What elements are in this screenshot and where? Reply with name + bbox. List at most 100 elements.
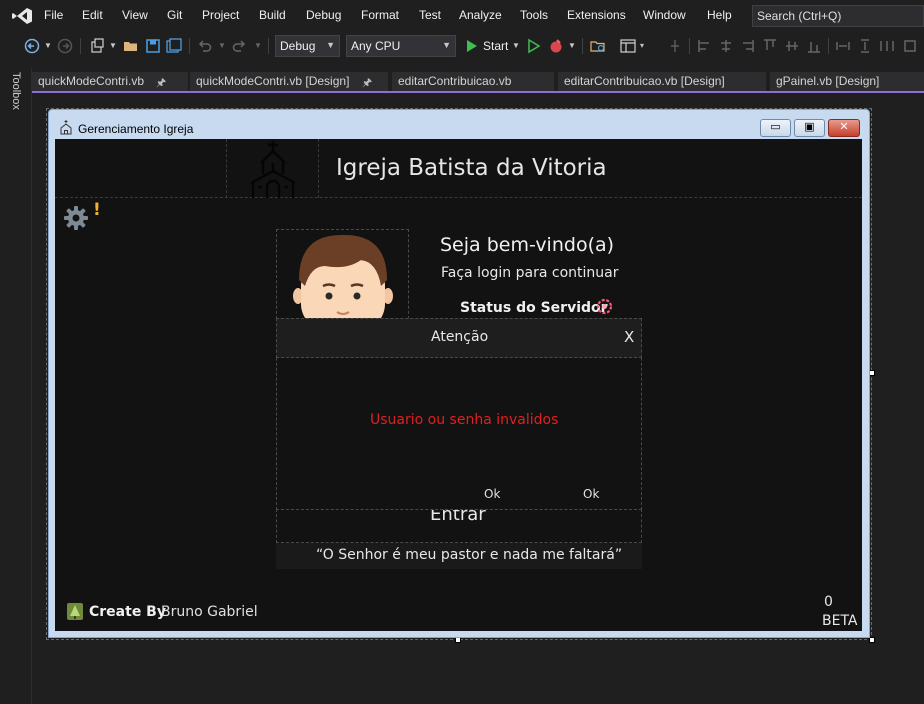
align-tops-icon[interactable] xyxy=(762,38,778,54)
church-name-title: Igreja Batista da Vitoria xyxy=(336,155,607,181)
vertical-spacing-icon[interactable] xyxy=(902,38,918,54)
tab-gpainel-design[interactable]: gPainel.vb [Design] xyxy=(770,72,924,92)
new-item-icon[interactable] xyxy=(89,38,105,54)
form-title: Gerenciamento Igreja xyxy=(78,122,194,136)
welcome-heading: Seja bem-vindo(a) xyxy=(440,234,615,256)
alert-dialog-close-button[interactable]: X xyxy=(624,328,634,346)
credit-label: Create By xyxy=(89,604,166,620)
new-item-dropdown-icon[interactable]: ▼ xyxy=(109,41,117,50)
ok-button[interactable]: Ok xyxy=(583,487,599,501)
pin-icon[interactable]: 🖈 xyxy=(362,74,372,92)
toolbar-separator xyxy=(80,38,81,54)
menu-tools[interactable]: Tools xyxy=(520,8,548,22)
visual-studio-logo-icon[interactable] xyxy=(11,7,33,25)
chevron-down-icon: ▼ xyxy=(442,40,451,50)
start-dropdown-icon[interactable]: ▼ xyxy=(512,41,520,50)
tab-quickmodecontri-vb[interactable]: quickModeContri.vb 🖈 xyxy=(32,72,188,92)
make-same-width-icon[interactable] xyxy=(835,38,851,54)
credit-author-name: Bruno Gabriel xyxy=(161,604,258,620)
tab-label: editarContribuicao.vb [Design] xyxy=(564,74,725,88)
menu-window[interactable]: Window xyxy=(643,8,686,22)
version-tag: BETA xyxy=(822,613,858,629)
tab-label: quickModeContri.vb xyxy=(38,74,145,88)
tab-editarcontribuicao-design[interactable]: editarContribuicao.vb [Design] xyxy=(558,72,766,92)
menu-project[interactable]: Project xyxy=(202,8,239,22)
menu-analyze[interactable]: Analyze xyxy=(459,8,502,22)
church-logo xyxy=(226,139,319,198)
bible-quote: “O Senhor é meu pastor e nada me faltará… xyxy=(316,547,623,563)
undo-dropdown-icon[interactable]: ▼ xyxy=(218,41,226,50)
server-status-icon xyxy=(596,298,613,315)
back-dropdown-icon[interactable]: ▼ xyxy=(44,41,52,50)
hot-reload-icon[interactable] xyxy=(548,38,564,54)
tree-icon xyxy=(67,603,83,620)
menu-git[interactable]: Git xyxy=(167,8,182,22)
configuration-value: Debug xyxy=(280,39,316,53)
user-avatar xyxy=(276,229,409,319)
login-subtitle: Faça login para continuar xyxy=(441,265,619,281)
toolbox-tab[interactable]: Toolbox xyxy=(10,72,22,110)
toolbar-separator xyxy=(689,38,690,54)
align-lefts-icon[interactable] xyxy=(697,38,713,54)
browse-folder-icon[interactable] xyxy=(590,38,606,54)
align-centers-icon[interactable] xyxy=(718,38,734,54)
close-icon: ✕ xyxy=(839,120,849,133)
menu-edit[interactable]: Edit xyxy=(82,8,103,22)
redo-dropdown-icon[interactable]: ▼ xyxy=(254,41,262,50)
minimize-button[interactable]: ▭ xyxy=(760,119,791,137)
redo-icon[interactable] xyxy=(231,38,247,54)
ok-button[interactable]: Ok xyxy=(484,487,500,501)
save-icon[interactable] xyxy=(145,38,161,54)
tab-quickmodecontri-design[interactable]: quickModeContri.vb [Design] 🖈 xyxy=(190,72,388,92)
tab-editarcontribuicao-vb[interactable]: editarContribuicao.vb xyxy=(392,72,554,92)
menu-debug[interactable]: Debug xyxy=(306,8,341,22)
make-same-height-icon[interactable] xyxy=(857,38,873,54)
tab-label: quickModeContri.vb [Design] xyxy=(196,74,350,88)
document-tab-bar: quickModeContri.vb 🖈 quickModeContri.vb … xyxy=(32,72,924,92)
toolbar-separator xyxy=(582,38,583,54)
open-folder-icon[interactable] xyxy=(123,38,139,54)
menu-view[interactable]: View xyxy=(122,8,148,22)
horizontal-spacing-icon[interactable] xyxy=(879,38,895,54)
menu-format[interactable]: Format xyxy=(361,8,399,22)
align-bottoms-icon[interactable] xyxy=(806,38,822,54)
gear-icon[interactable] xyxy=(63,205,89,231)
back-icon[interactable] xyxy=(24,38,40,54)
hot-reload-dropdown-icon[interactable]: ▼ xyxy=(568,41,576,50)
toolbar: ▼ ▼ ▼ ▼ Debug ▼ Any CPU ▼ Start ▼ ▼ ▾ xyxy=(0,32,924,60)
start-play-icon[interactable] xyxy=(464,38,480,54)
layout-dropdown-icon[interactable]: ▾ xyxy=(640,41,644,50)
window-close-button[interactable]: ✕ xyxy=(828,119,860,137)
alert-error-message: Usuario ou senha invalidos xyxy=(370,412,559,428)
platform-dropdown[interactable]: Any CPU ▼ xyxy=(346,35,456,57)
warning-mark: ! xyxy=(93,200,101,220)
layout-icon[interactable] xyxy=(620,38,636,54)
toolbar-separator xyxy=(268,38,269,54)
pin-icon[interactable]: 🖈 xyxy=(156,74,166,92)
platform-value: Any CPU xyxy=(351,39,401,53)
align-rights-icon[interactable] xyxy=(739,38,755,54)
menu-build[interactable]: Build xyxy=(259,8,286,22)
avatar-icon xyxy=(293,234,393,318)
counter-value: 0 xyxy=(824,594,833,610)
search-input[interactable]: Search (Ctrl+Q) xyxy=(752,5,924,27)
start-without-debugging-icon[interactable] xyxy=(526,38,542,54)
menu-test[interactable]: Test xyxy=(419,8,441,22)
configuration-dropdown[interactable]: Debug ▼ xyxy=(275,35,340,57)
undo-icon[interactable] xyxy=(197,38,213,54)
align-middles-icon[interactable] xyxy=(784,38,800,54)
start-button[interactable]: Start xyxy=(483,39,508,53)
save-all-icon[interactable] xyxy=(166,38,182,54)
menu-help[interactable]: Help xyxy=(707,8,732,22)
tab-label: gPainel.vb [Design] xyxy=(776,74,880,88)
menu-extensions[interactable]: Extensions xyxy=(567,8,626,22)
forward-icon[interactable] xyxy=(57,38,73,54)
visual-studio-window: File Edit View Git Project Build Debug F… xyxy=(0,0,924,704)
toolbar-separator xyxy=(828,38,829,54)
minimize-icon: ▭ xyxy=(770,120,781,133)
alert-dialog-title: Atenção xyxy=(431,329,489,345)
menu-file[interactable]: File xyxy=(44,8,63,22)
toolbar-separator xyxy=(189,38,190,54)
maximize-button[interactable]: ▣ xyxy=(794,119,825,137)
align-to-grid-icon[interactable] xyxy=(667,38,683,54)
